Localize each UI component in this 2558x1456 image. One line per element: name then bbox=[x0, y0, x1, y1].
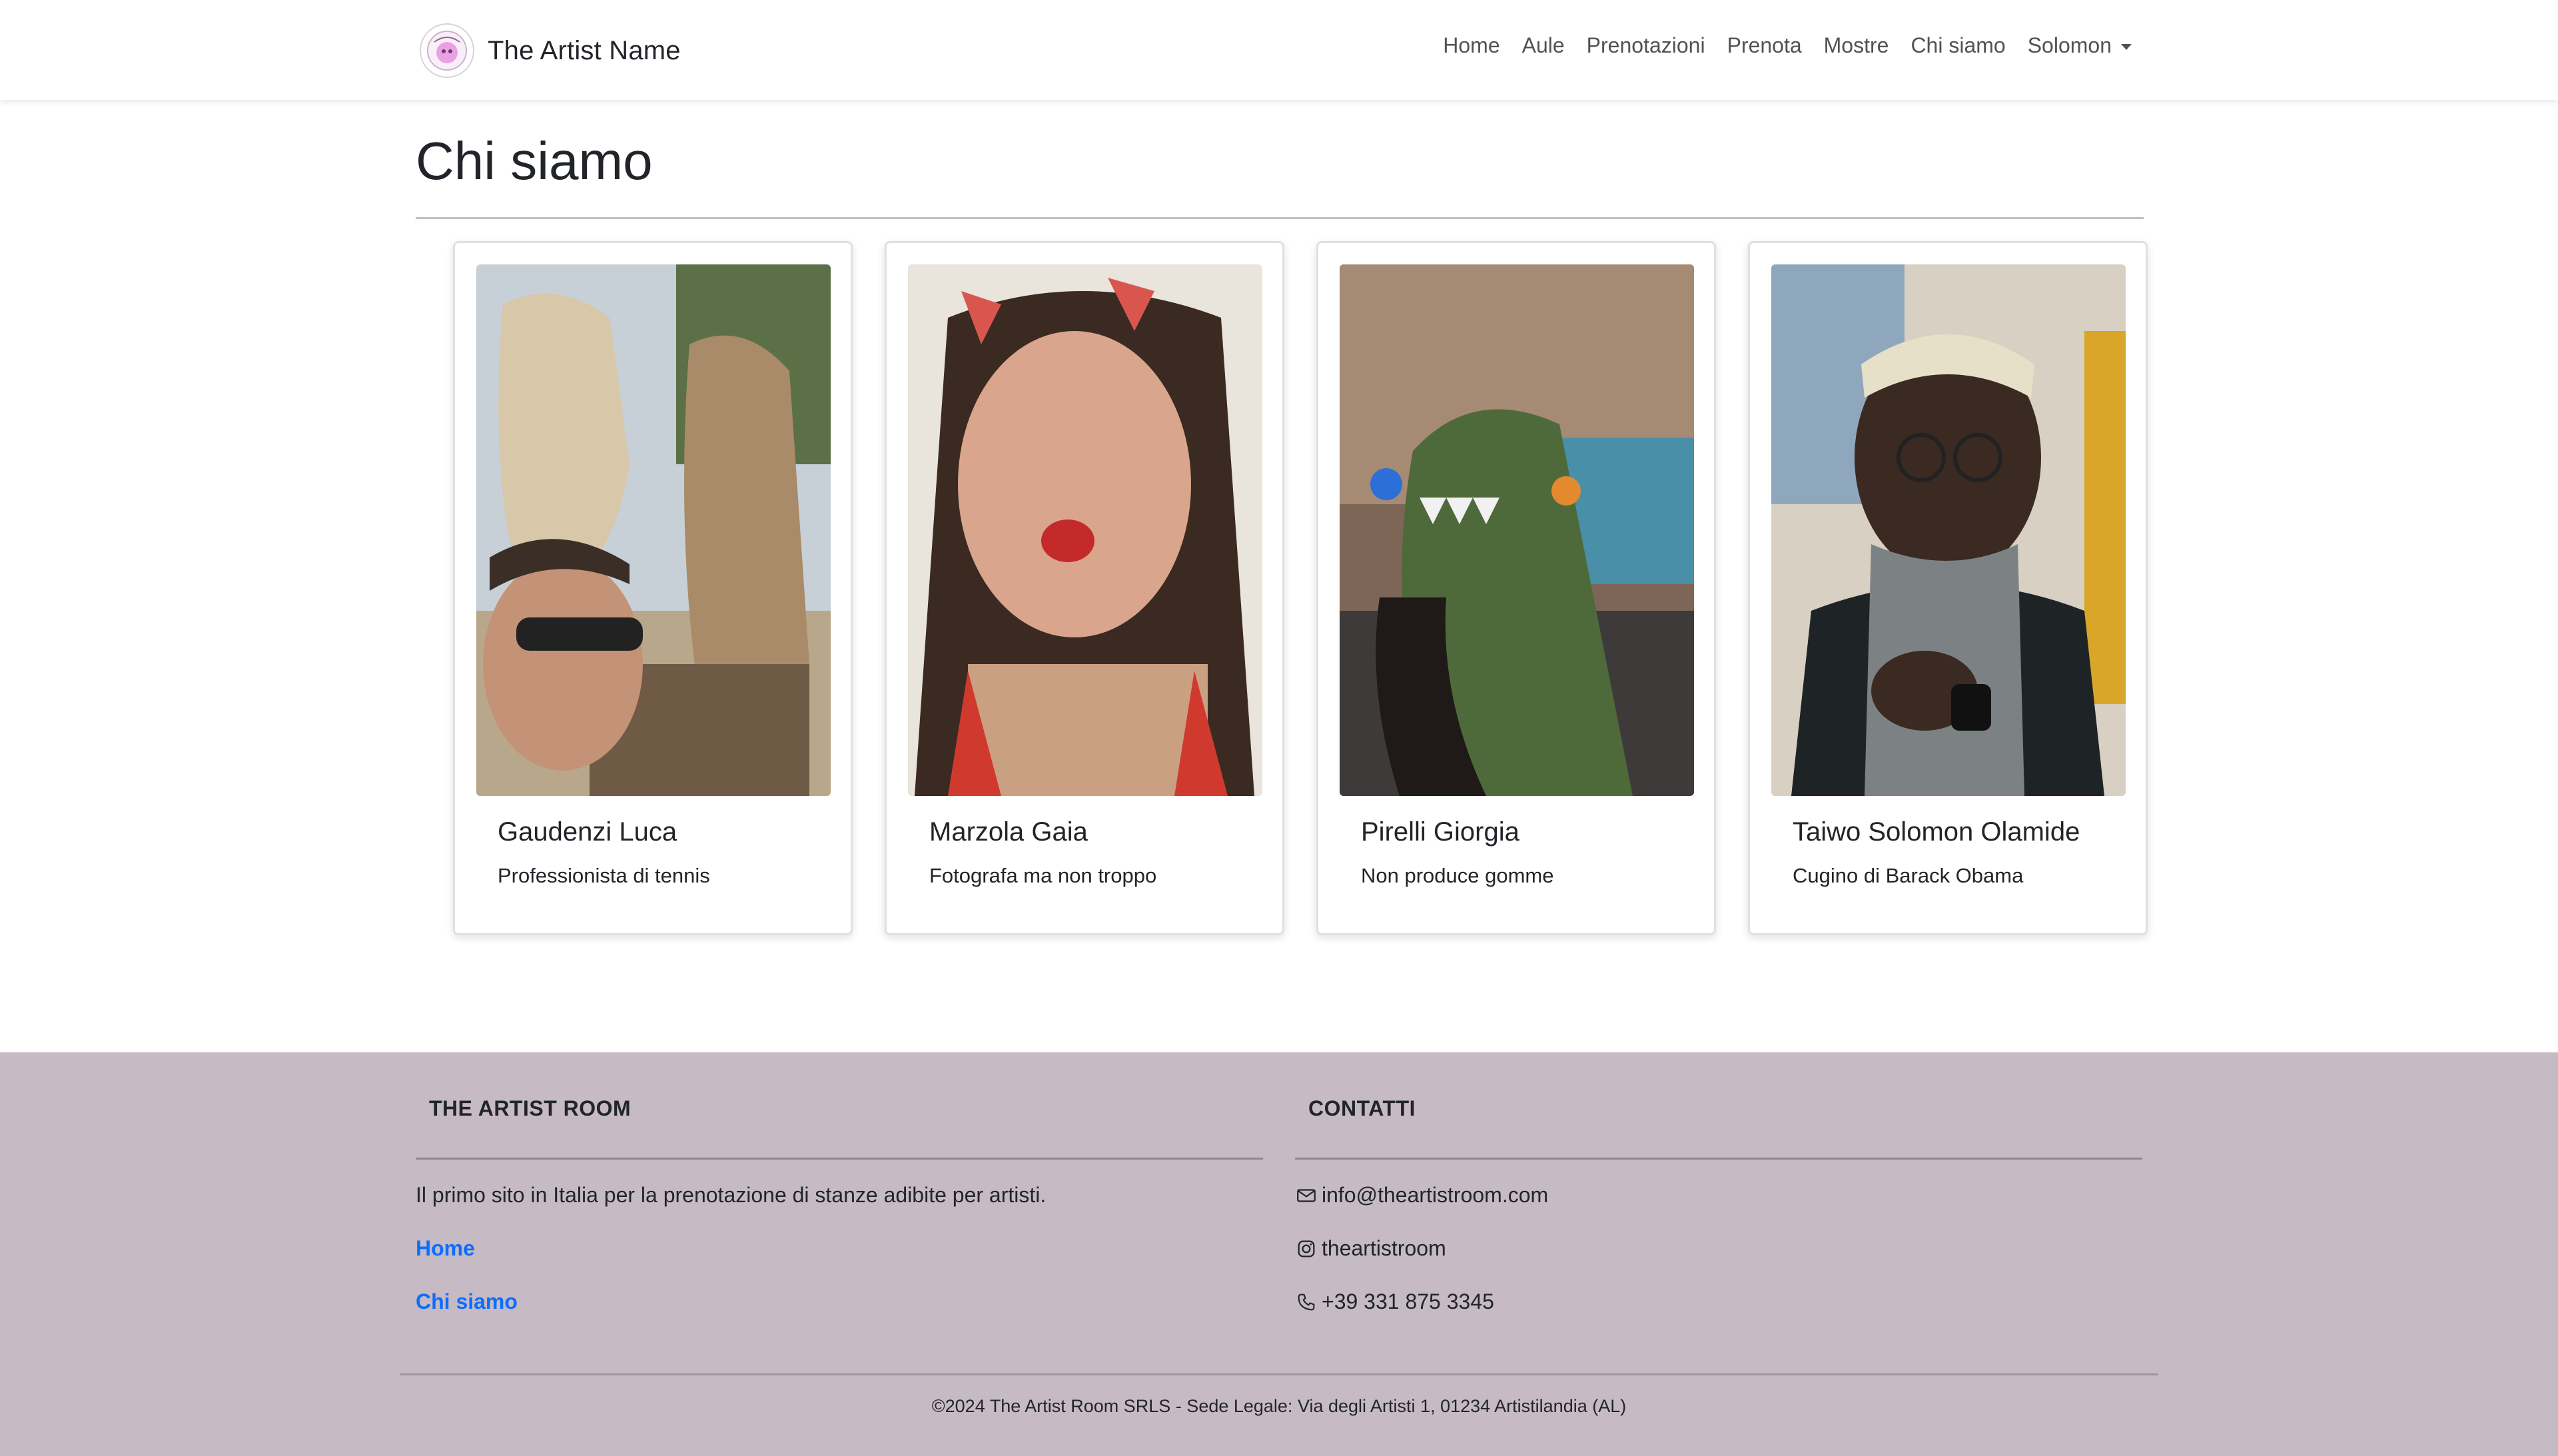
contact-phone: +39 331 875 3345 bbox=[1295, 1289, 1494, 1314]
footer-link-chi-siamo[interactable]: Chi siamo bbox=[416, 1289, 518, 1314]
nav-link-home[interactable]: Home bbox=[1443, 33, 1499, 58]
team-card: Taiwo Solomon Olamide Cugino di Barack O… bbox=[1748, 241, 2148, 935]
footer-bottom-divider bbox=[400, 1373, 2158, 1375]
team-card: Gaudenzi Luca Professionista di tennis bbox=[453, 241, 853, 935]
team-member-role: Cugino di Barack Obama bbox=[1793, 864, 2024, 887]
team-card: Pirelli Giorgia Non produce gomme bbox=[1316, 241, 1716, 935]
footer-about-divider bbox=[416, 1158, 1263, 1160]
footer-contacts-divider bbox=[1295, 1158, 2142, 1160]
navbar: The Artist Name Home Aule Prenotazioni P… bbox=[0, 0, 2558, 100]
team-member-role: Fotografa ma non troppo bbox=[929, 864, 1157, 887]
team-member-name: Pirelli Giorgia bbox=[1361, 817, 1519, 847]
team-card: Marzola Gaia Fotografa ma non troppo bbox=[885, 241, 1284, 935]
nav-link-prenotazioni[interactable]: Prenotazioni bbox=[1587, 33, 1705, 58]
nav-link-prenota[interactable]: Prenota bbox=[1727, 33, 1802, 58]
contact-instagram-text: theartistroom bbox=[1322, 1236, 1446, 1260]
team-member-name: Taiwo Solomon Olamide bbox=[1793, 817, 2080, 847]
footer-about-heading: THE ARTIST ROOM bbox=[429, 1096, 632, 1120]
team-photo bbox=[1771, 264, 2126, 796]
brand-name: The Artist Name bbox=[488, 35, 681, 65]
contact-phone-text: +39 331 875 3345 bbox=[1322, 1289, 1494, 1313]
nav-link-mostre[interactable]: Mostre bbox=[1824, 33, 1889, 58]
instagram-icon bbox=[1295, 1238, 1318, 1260]
team-member-role: Non produce gomme bbox=[1361, 864, 1554, 887]
team-photo bbox=[1340, 264, 1694, 796]
page-title: Chi siamo bbox=[416, 131, 653, 190]
team-member-role: Professionista di tennis bbox=[498, 864, 710, 887]
footer-contacts-heading: CONTATTI bbox=[1308, 1096, 1416, 1120]
phone-icon bbox=[1295, 1291, 1318, 1313]
envelope-icon bbox=[1295, 1184, 1318, 1207]
copyright-text: ©2024 The Artist Room SRLS - Sede Legale… bbox=[931, 1396, 1627, 1416]
team-photo bbox=[476, 264, 831, 796]
user-dropdown-label: Solomon bbox=[2027, 33, 2112, 57]
title-divider bbox=[416, 217, 2144, 219]
footer-description: Il primo sito in Italia per la prenotazi… bbox=[416, 1183, 1047, 1207]
brand-logo bbox=[420, 23, 474, 78]
contact-email-text: info@theartistroom.com bbox=[1322, 1183, 1549, 1207]
footer: THE ARTIST ROOM Il primo sito in Italia … bbox=[0, 1052, 2558, 1456]
nav-links: Home Aule Prenotazioni Prenota Mostre Ch… bbox=[1443, 33, 2132, 58]
brand-link[interactable]: The Artist Name bbox=[420, 22, 681, 79]
team-photo bbox=[908, 264, 1262, 796]
nav-link-chi-siamo[interactable]: Chi siamo bbox=[1911, 33, 2005, 58]
contact-instagram: theartistroom bbox=[1295, 1236, 1446, 1261]
user-dropdown-toggle[interactable]: Solomon bbox=[2028, 33, 2132, 58]
nav-link-aule[interactable]: Aule bbox=[1522, 33, 1565, 58]
team-member-name: Marzola Gaia bbox=[929, 817, 1088, 847]
contact-email: info@theartistroom.com bbox=[1295, 1183, 1548, 1208]
team-member-name: Gaudenzi Luca bbox=[498, 817, 677, 847]
footer-link-home[interactable]: Home bbox=[416, 1236, 475, 1261]
caret-down-icon bbox=[2121, 44, 2132, 51]
